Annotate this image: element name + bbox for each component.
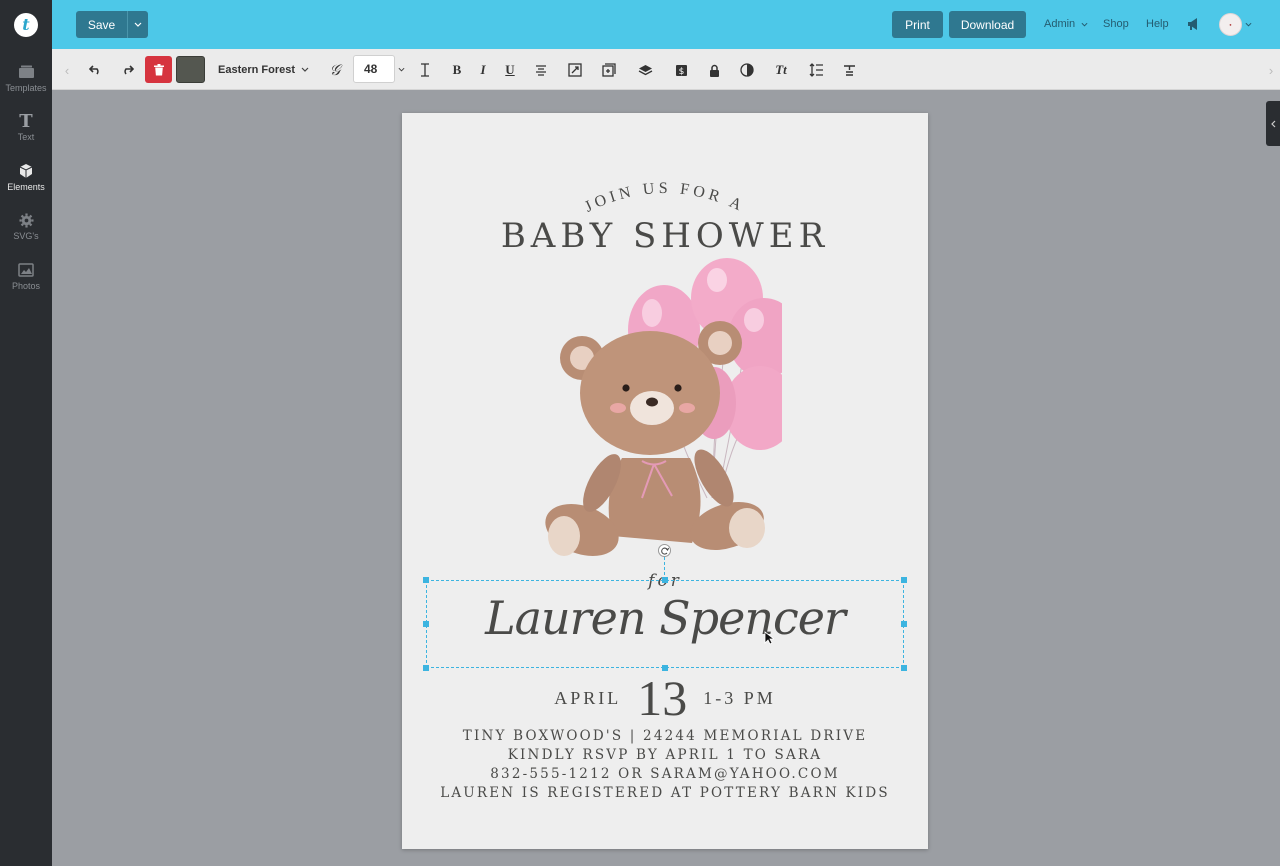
sidebar-item-photos[interactable]: Photos	[0, 261, 52, 305]
admin-menu[interactable]: Admin	[1044, 18, 1088, 30]
arc-heading-text: JOIN US FOR A	[582, 180, 744, 216]
chevron-down-icon	[301, 67, 309, 72]
redo-icon[interactable]	[118, 61, 136, 79]
text-transform-icon[interactable]	[840, 61, 858, 79]
resize-icon[interactable]	[566, 61, 584, 79]
selection-box[interactable]	[426, 580, 904, 668]
resize-handle-w[interactable]	[423, 621, 429, 627]
print-button[interactable]: Print	[892, 11, 943, 38]
app-logo[interactable]: t	[0, 0, 52, 49]
font-family-select[interactable]: Eastern Forest	[210, 57, 314, 82]
svg-text:JOIN US FOR A: JOIN US FOR A	[582, 180, 748, 216]
font-family-value: Eastern Forest	[218, 63, 296, 76]
avatar-mark: ●	[1229, 22, 1232, 27]
invitation-canvas[interactable]: JOIN US FOR A BABY SHOWER Lauren Spencer…	[402, 113, 928, 849]
align-center-icon[interactable]	[532, 61, 550, 79]
chevron-down-icon	[398, 67, 404, 72]
download-button[interactable]: Download	[949, 11, 1026, 38]
invitation-title[interactable]: BABY SHOWER	[402, 216, 928, 256]
date-day: 13	[637, 670, 688, 726]
svg-text:$: $	[678, 67, 684, 77]
date-row[interactable]: APRIL 13 1-3 PM	[402, 673, 928, 723]
mouse-cursor-icon	[764, 631, 774, 645]
help-link[interactable]: Help	[1146, 18, 1169, 30]
avatar[interactable]: ●	[1219, 13, 1242, 36]
resize-handle-s[interactable]	[662, 665, 668, 671]
editor-toolbar: ‹ Eastern Forest 𝒢 48 B I U $ Tt ›	[52, 49, 1280, 90]
price-tag-icon[interactable]: $	[672, 61, 690, 79]
chevron-down-icon	[134, 22, 142, 27]
logo-icon: t	[14, 12, 38, 37]
detail-line-location[interactable]: TINY BOXWOOD'S | 24244 MEMORIAL DRIVE	[402, 728, 928, 744]
sidebar-item-label: SVG's	[13, 231, 39, 241]
sidebar-item-label: Templates	[5, 83, 47, 93]
resize-handle-sw[interactable]	[423, 665, 429, 671]
undo-icon[interactable]	[86, 61, 104, 79]
rotate-handle[interactable]	[658, 544, 671, 557]
font-size-dropdown[interactable]	[395, 55, 407, 83]
trash-icon	[153, 63, 164, 75]
save-button[interactable]: Save	[76, 11, 127, 38]
date-month: APRIL	[554, 687, 622, 708]
bold-button[interactable]: B	[448, 61, 466, 79]
date-time: 1-3 PM	[703, 687, 776, 708]
teddy-bear	[545, 321, 765, 557]
sidebar-item-label: Photos	[11, 281, 41, 291]
chevron-down-icon[interactable]	[1245, 19, 1252, 29]
templates-icon	[17, 63, 35, 81]
letter-spacing-icon[interactable]	[416, 61, 434, 79]
sidebar: Templates T Text Elements SVG's Photos	[0, 49, 52, 866]
rotate-icon	[660, 547, 669, 555]
text-case-button[interactable]: Tt	[772, 61, 790, 79]
scroll-right-icon[interactable]: ›	[1262, 61, 1280, 79]
chevron-left-icon	[1270, 120, 1275, 127]
color-swatch[interactable]	[176, 56, 205, 83]
opacity-icon[interactable]	[738, 61, 756, 79]
sidebar-item-elements[interactable]: Elements	[0, 162, 52, 206]
admin-menu-label: Admin	[1044, 18, 1076, 30]
detail-line-rsvp[interactable]: KINDLY RSVP BY APRIL 1 TO SARA	[402, 747, 928, 763]
delete-button[interactable]	[145, 56, 172, 83]
sidebar-item-svgs[interactable]: SVG's	[0, 211, 52, 255]
lock-icon[interactable]	[705, 61, 723, 79]
duplicate-icon[interactable]	[600, 61, 618, 79]
resize-handle-se[interactable]	[901, 665, 907, 671]
gear-icon	[17, 211, 35, 229]
italic-button[interactable]: I	[474, 61, 492, 79]
panel-toggle[interactable]	[1266, 101, 1280, 146]
photos-icon	[17, 261, 35, 279]
sidebar-item-text[interactable]: T Text	[0, 110, 52, 156]
resize-handle-e[interactable]	[901, 621, 907, 627]
resize-handle-ne[interactable]	[901, 577, 907, 583]
save-options-button[interactable]	[127, 11, 148, 38]
megaphone-icon[interactable]	[1186, 16, 1202, 32]
resize-handle-n[interactable]	[662, 577, 668, 583]
sidebar-item-label: Text	[17, 132, 35, 142]
top-bar: t Save Print Download Admin Shop Help ●	[0, 0, 1280, 49]
font-size-input[interactable]: 48	[353, 55, 395, 83]
layers-icon[interactable]	[636, 61, 654, 79]
chevron-down-icon	[1081, 22, 1088, 27]
resize-handle-nw[interactable]	[423, 577, 429, 583]
sidebar-item-templates[interactable]: Templates	[0, 63, 52, 107]
detail-line-registry[interactable]: LAUREN IS REGISTERED AT POTTERY BARN KID…	[402, 785, 928, 801]
detail-line-contact[interactable]: 832-555-1212 OR SARAM@YAHOO.COM	[402, 766, 928, 782]
sidebar-item-label: Elements	[7, 182, 45, 192]
teddy-bear-illustration[interactable]	[542, 258, 782, 568]
font-style-icon[interactable]: 𝒢	[326, 61, 344, 79]
elements-icon	[17, 162, 35, 180]
scroll-left-icon[interactable]: ‹	[58, 61, 76, 79]
line-height-icon[interactable]	[807, 61, 825, 79]
shop-link[interactable]: Shop	[1103, 18, 1129, 30]
text-icon: T	[19, 110, 33, 132]
underline-button[interactable]: U	[501, 61, 519, 79]
